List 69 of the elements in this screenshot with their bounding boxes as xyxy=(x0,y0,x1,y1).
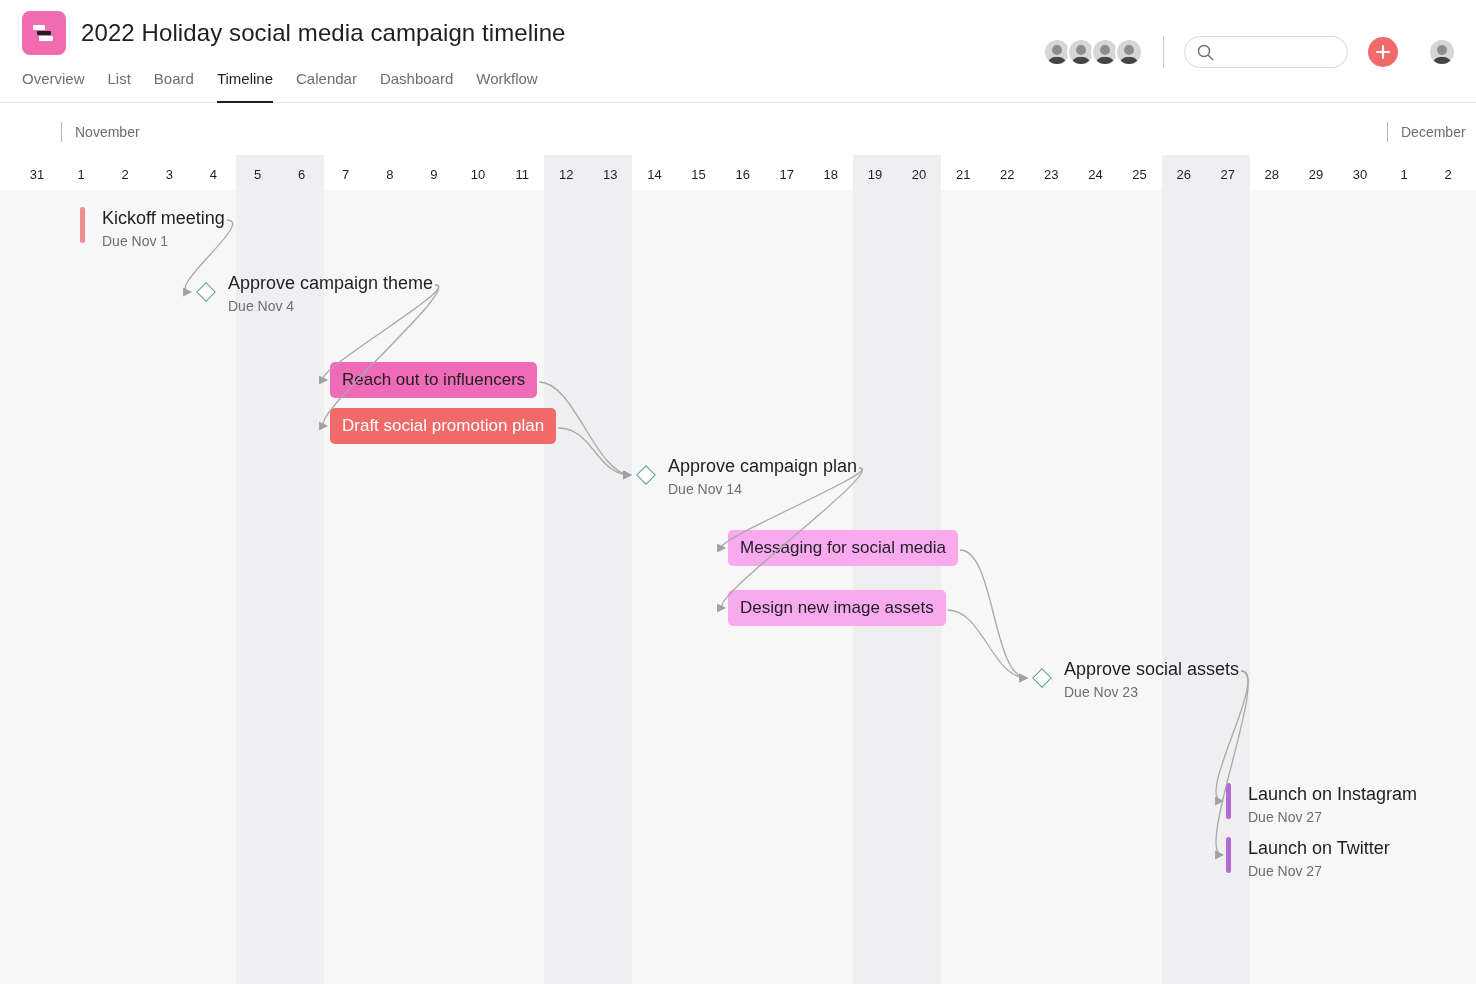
task-bar[interactable]: Reach out to influencers xyxy=(330,362,538,398)
day-label: 15 xyxy=(690,166,707,184)
project-logo-icon xyxy=(22,11,66,55)
day-label: 14 xyxy=(646,166,663,184)
task-marker[interactable] xyxy=(1226,783,1231,819)
task-title[interactable]: Launch on Twitter xyxy=(1248,837,1390,859)
day-label: 31 xyxy=(28,166,46,184)
day-label: 1 xyxy=(76,166,86,184)
project-title: 2022 Holiday social media campaign timeline xyxy=(81,18,566,48)
day-label: 21 xyxy=(954,166,972,184)
task-marker[interactable] xyxy=(1226,837,1231,873)
task-bar[interactable]: Messaging for social media xyxy=(728,530,958,566)
day-label: 8 xyxy=(385,166,395,184)
day-label: 1 xyxy=(1399,166,1409,184)
due-date: Due Nov 23 xyxy=(1064,683,1139,702)
day-label: 7 xyxy=(341,166,351,184)
month-label: December xyxy=(1387,122,1466,142)
day-label: 24 xyxy=(1087,166,1104,184)
day-label: 16 xyxy=(734,166,751,184)
view-tab[interactable]: Calendar xyxy=(296,68,357,103)
view-tab[interactable]: List xyxy=(107,68,131,103)
day-label: 4 xyxy=(208,166,219,184)
due-date: Due Nov 1 xyxy=(102,232,170,251)
view-tab[interactable]: Workflow xyxy=(476,68,538,103)
day-label: 13 xyxy=(602,166,619,184)
task-title[interactable]: Approve campaign theme xyxy=(228,272,434,294)
task-title[interactable]: Kickoff meeting xyxy=(102,207,225,229)
day-label: 11 xyxy=(514,166,530,184)
due-date: Due Nov 4 xyxy=(228,297,296,316)
task-title[interactable]: Approve social assets xyxy=(1064,658,1240,680)
day-label: 30 xyxy=(1351,166,1369,184)
due-date: Due Nov 27 xyxy=(1248,808,1323,827)
day-label: 26 xyxy=(1175,166,1192,184)
member-avatar[interactable] xyxy=(1067,38,1095,66)
user-avatar[interactable] xyxy=(1428,38,1456,66)
plus-icon xyxy=(1375,44,1391,60)
member-avatar[interactable] xyxy=(1115,38,1143,66)
day-label: 25 xyxy=(1131,166,1148,184)
task-title[interactable]: Launch on Instagram xyxy=(1248,783,1418,805)
day-label: 12 xyxy=(558,166,575,184)
day-label: 19 xyxy=(866,166,884,184)
add-button[interactable] xyxy=(1368,37,1398,67)
due-date: Due Nov 14 xyxy=(668,480,743,499)
day-label: 22 xyxy=(999,166,1016,184)
day-label: 20 xyxy=(910,166,928,184)
day-label: 23 xyxy=(1043,166,1060,184)
task-marker[interactable] xyxy=(80,207,85,243)
view-tab[interactable]: Overview xyxy=(22,68,85,103)
view-tab[interactable]: Dashboard xyxy=(379,68,454,103)
view-tab[interactable]: Board xyxy=(153,68,194,103)
day-label: 27 xyxy=(1219,166,1236,184)
member-avatar[interactable] xyxy=(1043,38,1071,66)
task-title[interactable]: Approve campaign plan xyxy=(668,455,858,477)
month-label: November xyxy=(61,122,140,142)
day-label: 29 xyxy=(1307,166,1325,184)
day-label: 2 xyxy=(120,166,130,184)
day-label: 5 xyxy=(252,166,263,184)
due-date: Due Nov 27 xyxy=(1248,862,1323,881)
task-bar[interactable]: Design new image assets xyxy=(728,590,946,626)
day-label: 9 xyxy=(429,166,439,184)
day-label: 28 xyxy=(1263,166,1281,184)
day-label: 18 xyxy=(822,166,840,184)
member-avatar[interactable] xyxy=(1091,38,1119,66)
day-label: 3 xyxy=(164,166,174,184)
day-label: 6 xyxy=(297,166,307,184)
day-label: 10 xyxy=(469,166,487,184)
day-label: 2 xyxy=(1443,166,1453,184)
day-label: 17 xyxy=(778,166,795,184)
search-icon xyxy=(1197,43,1214,61)
